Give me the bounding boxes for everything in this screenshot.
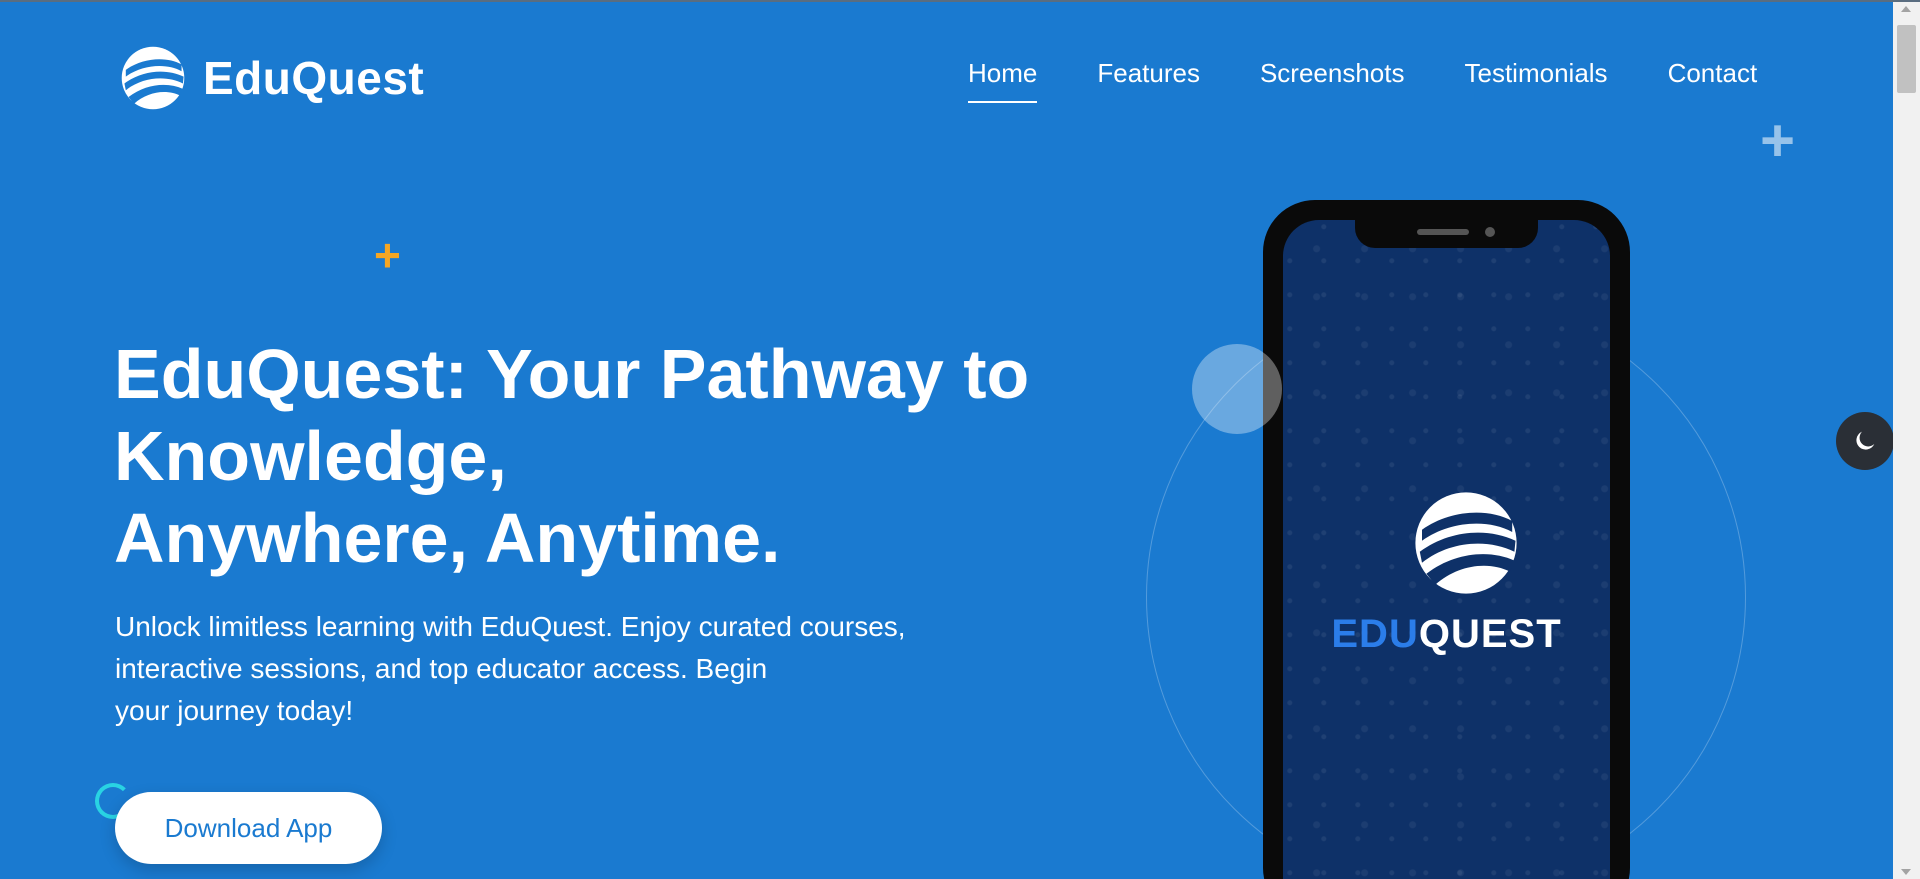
hero-desc-line3: your journey today!	[115, 695, 354, 726]
logo-text: EduQuest	[203, 52, 425, 104]
hero-desc-line2: interactive sessions, and top educator a…	[115, 653, 768, 684]
logo[interactable]: EduQuest	[119, 44, 424, 112]
app-name-quest: QUEST	[1418, 612, 1562, 656]
scroll-thumb[interactable]	[1897, 25, 1916, 93]
nav-home[interactable]: Home	[968, 58, 1038, 103]
phone-screen: EDUQUEST	[1283, 220, 1610, 879]
download-app-button[interactable]: Download App	[115, 792, 382, 864]
theme-toggle-button[interactable]	[1836, 412, 1894, 470]
moon-icon	[1856, 431, 1875, 450]
hero-description: Unlock limitless learning with EduQuest.…	[115, 606, 995, 732]
yellow-plus-icon: +	[374, 229, 401, 281]
hero-title-line2: Knowledge,	[114, 417, 507, 495]
hero-title-line3: Anywhere, Anytime.	[114, 499, 781, 577]
hero-desc-line1: Unlock limitless learning with EduQuest.…	[115, 611, 906, 642]
vertical-scrollbar[interactable]	[1893, 2, 1920, 879]
scroll-down-arrow-icon[interactable]	[1901, 869, 1911, 875]
nav-features[interactable]: Features	[1097, 58, 1200, 103]
main-nav: Home Features Screenshots Testimonials C…	[968, 58, 1757, 103]
phone-notch	[1355, 218, 1538, 248]
white-plus-icon: +	[1760, 107, 1796, 174]
scroll-up-arrow-icon[interactable]	[1901, 6, 1911, 12]
phone-mockup: EDUQUEST	[1263, 200, 1630, 879]
decorative-bubble	[1192, 344, 1282, 434]
app-globe-logo-icon	[1415, 492, 1517, 594]
app-name: EDUQUEST	[1283, 612, 1610, 657]
camera-icon	[1485, 227, 1495, 237]
nav-testimonials[interactable]: Testimonials	[1465, 58, 1608, 103]
speaker-icon	[1417, 229, 1469, 235]
globe-logo-icon	[121, 46, 185, 110]
nav-contact[interactable]: Contact	[1668, 58, 1758, 103]
hero-title-line1: EduQuest: Your Pathway to	[114, 335, 1030, 413]
nav-screenshots[interactable]: Screenshots	[1260, 58, 1405, 103]
window-top-border	[0, 0, 1920, 2]
app-name-edu: EDU	[1331, 612, 1419, 656]
hero-title: EduQuest: Your Pathway to Knowledge, Any…	[114, 333, 1074, 579]
